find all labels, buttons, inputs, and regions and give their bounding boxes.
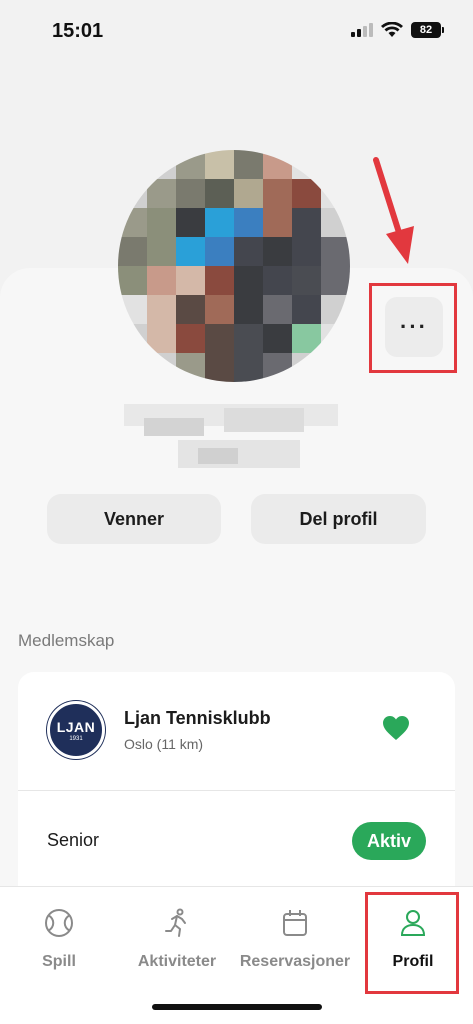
avatar-pixel (147, 208, 176, 237)
avatar-pixel (147, 295, 176, 324)
avatar-pixel (234, 237, 263, 266)
club-name: Ljan Tennisklubb (124, 708, 271, 728)
avatar-pixel (234, 208, 263, 237)
status-bar: 15:01 82 (0, 0, 473, 60)
avatar-pixel (263, 179, 292, 208)
annotation-arrow (373, 157, 414, 264)
avatar-pixel (205, 324, 234, 353)
avatar-pixel (263, 208, 292, 237)
avatar-pixel (263, 295, 292, 324)
tab-aktiviteter[interactable]: Aktiviteter (118, 907, 236, 977)
avatar-pixel (292, 295, 321, 324)
battery-icon: 82 (411, 22, 444, 38)
tab-label: Spill (42, 953, 76, 970)
avatar-pixel (292, 208, 321, 237)
avatar-pixel (205, 353, 234, 382)
avatar-pixel (118, 266, 147, 295)
tab-reservasjoner[interactable]: Reservasjoner (236, 907, 354, 977)
avatar-pixel (321, 150, 350, 179)
avatar-pixel (147, 150, 176, 179)
avatar-pixel (147, 237, 176, 266)
avatar-pixel (118, 208, 147, 237)
cellular-signal-icon (351, 23, 373, 37)
avatar-pixel (205, 208, 234, 237)
avatar-pixel (292, 266, 321, 295)
avatar-pixel (176, 266, 205, 295)
avatar-pixel (205, 150, 234, 179)
membership-section-label: Medlemskap (18, 631, 115, 650)
avatar-pixel (292, 150, 321, 179)
avatar-pixel (234, 324, 263, 353)
friends-button[interactable]: Venner (47, 494, 221, 544)
annotation-highlight-more (369, 283, 457, 373)
club-logo-year: 1931 (69, 735, 83, 742)
avatar-pixel (176, 208, 205, 237)
avatar-pixel (118, 237, 147, 266)
avatar-pixel (147, 266, 176, 295)
status-icons: 82 (351, 22, 444, 38)
avatar-pixel (321, 179, 350, 208)
club-logo-text: LJAN (56, 718, 96, 735)
avatar-pixel (292, 237, 321, 266)
club-location: Oslo (11 km) (124, 736, 204, 752)
annotation-highlight-profil (365, 892, 459, 994)
membership-category: Senior (47, 830, 100, 850)
status-badge: Aktiv (352, 822, 426, 860)
avatar-pixel (176, 150, 205, 179)
home-indicator (152, 1004, 322, 1010)
avatar-pixel (234, 179, 263, 208)
avatar-pixel (234, 150, 263, 179)
share-profile-button[interactable]: Del profil (251, 494, 426, 544)
tab-spill[interactable]: Spill (0, 907, 118, 977)
avatar-pixel (321, 237, 350, 266)
tab-label: Aktiviteter (137, 953, 217, 970)
status-time: 15:01 (52, 20, 104, 42)
avatar-pixel (205, 295, 234, 324)
card-divider (18, 790, 455, 791)
heart-icon[interactable] (382, 715, 410, 741)
avatar-pixel (176, 295, 205, 324)
running-person-icon (165, 908, 186, 937)
avatar-pixel (234, 295, 263, 324)
membership-card: LJAN 1931 Ljan Tennisklubb Oslo (11 km) … (18, 672, 455, 902)
tennis-ball-icon (45, 909, 73, 937)
avatar-pixel (263, 150, 292, 179)
avatar-pixel (118, 179, 147, 208)
club-logo: LJAN 1931 (47, 701, 105, 759)
avatar-pixel (147, 179, 176, 208)
avatar-pixel (263, 266, 292, 295)
wifi-icon (381, 22, 403, 37)
avatar-pixel (118, 150, 147, 179)
calendar-icon (283, 910, 307, 936)
avatar (118, 150, 350, 382)
avatar-pixel (292, 179, 321, 208)
avatar-pixel (205, 266, 234, 295)
avatar-pixel (234, 353, 263, 382)
avatar-pixel (321, 266, 350, 295)
avatar-pixel (176, 324, 205, 353)
avatar-pixel (176, 237, 205, 266)
profile-name-redacted (124, 400, 338, 474)
avatar-pixel (321, 208, 350, 237)
avatar-pixel (234, 266, 263, 295)
tab-label: Reservasjoner (239, 953, 351, 970)
avatar-pixel (205, 179, 234, 208)
avatar-pixel (263, 324, 292, 353)
avatar-pixel (176, 179, 205, 208)
avatar-pixel (205, 237, 234, 266)
avatar-pixel (263, 237, 292, 266)
